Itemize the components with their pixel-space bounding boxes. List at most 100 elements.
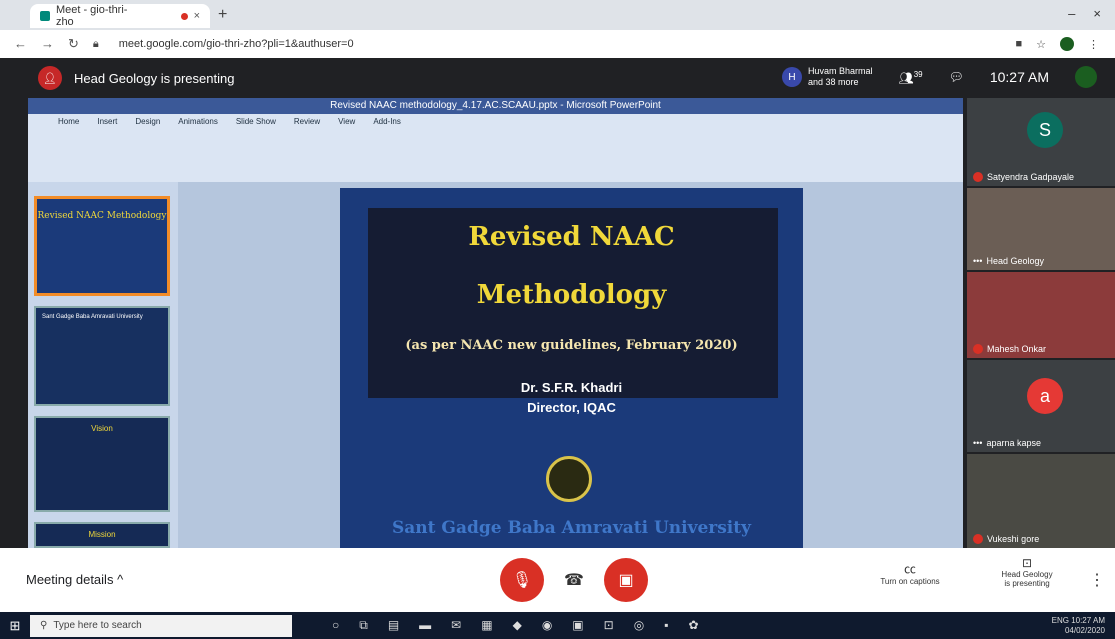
recording-dot-icon (180, 12, 188, 20)
participant-name: Mahesh Onkar (987, 344, 1047, 354)
app-icon[interactable]: ◆ (513, 618, 522, 633)
address-bar-actions: ■ ☆ ⋮ (1015, 37, 1099, 51)
windows-start-icon[interactable]: ⊞ (0, 618, 30, 634)
ribbon-tab[interactable]: Home (58, 117, 79, 126)
present-icon: ⊡ (1021, 556, 1033, 570)
language-indicator[interactable]: ENG (1052, 616, 1069, 625)
slide-title-line1: Revised NAAC (468, 222, 675, 252)
camera-toggle-button[interactable]: ▣ (604, 558, 648, 602)
search-placeholder: Type here to search (53, 620, 142, 631)
back-icon[interactable]: ← (14, 36, 27, 52)
participant-tile[interactable]: Vukeshi gore (967, 454, 1115, 548)
tray-date[interactable]: 04/02/2020 (1052, 626, 1105, 636)
present-label-line1: Head Geology (1001, 570, 1053, 579)
taskbar-search[interactable]: ⚲ Type here to search (30, 614, 292, 637)
system-tray: ENG 10:27 AM 04/02/2020 (1052, 616, 1105, 636)
slide-title-line2: Methodology (476, 280, 667, 310)
powerpoint-titlebar: Revised NAAC methodology_4.17.AC.SCAAU.p… (28, 98, 963, 114)
participants-more: and 38 more (807, 77, 859, 87)
meet-top-right: H Huvam Bharmal and 38 more 👥︎39 💬︎ 10:2… (781, 66, 1097, 88)
present-now-button[interactable]: ⊡ Head Geology is presenting (990, 556, 1064, 588)
profile-avatar[interactable] (1060, 37, 1074, 51)
mic-off-icon (973, 344, 983, 354)
powerpoint-ribbon: Home Insert Design Animations Slide Show… (28, 114, 963, 183)
presenting-label: Head Geology is presenting (74, 70, 235, 86)
tray-time[interactable]: 10:27 AM (1071, 616, 1105, 625)
ribbon-tab[interactable]: Slide Show (236, 117, 276, 126)
participant-avatar: a (1027, 378, 1063, 414)
meeting-details-label: Meeting details (26, 572, 114, 587)
participant-name: Head Geology (986, 256, 1044, 266)
cortana-icon[interactable]: ○ (332, 618, 339, 633)
present-label-line2: is presenting (1004, 579, 1050, 588)
slide-thumbnail[interactable]: Revised NAAC Methodology (34, 196, 170, 296)
meeting-details-button[interactable]: Meeting details ^ (26, 572, 123, 587)
presenter-avatar-icon: 👤︎ (38, 66, 62, 90)
participant-name: Satyendra Gadpayale (987, 172, 1075, 182)
search-icon: ⚲ (40, 620, 48, 631)
bookmark-star-icon[interactable]: ☆ (1036, 38, 1046, 51)
participant-name: aparna kapse (986, 438, 1041, 448)
people-button[interactable]: 👥︎39 (898, 70, 922, 85)
browser-tab-meet[interactable]: Meet - gio-thri-zho × (30, 4, 210, 28)
ribbon-tab[interactable]: Design (135, 117, 160, 126)
participant-tile[interactable]: ••• Head Geology (967, 188, 1115, 270)
photos-icon[interactable]: ▦ (481, 618, 492, 633)
ribbon-tab[interactable]: Add-Ins (373, 117, 401, 126)
url-field[interactable]: meet.google.com/gio-thri-zho?pli=1&authu… (119, 38, 354, 50)
participants-text: Huvam Bharmal and 38 more (808, 66, 873, 88)
forward-icon[interactable]: → (41, 36, 54, 52)
participant-tile[interactable]: Mahesh Onkar (967, 272, 1115, 358)
mic-off-icon (973, 172, 983, 182)
hang-up-icon: ☎︎ (564, 572, 584, 589)
thumb-title: Vision (91, 424, 113, 433)
app-icon[interactable]: ✿ (688, 618, 698, 633)
slide-thumbnail[interactable]: Vision (34, 416, 170, 512)
slide-thumbnails-pane: Revised NAAC Methodology Sant Gadge Baba… (28, 182, 178, 548)
ribbon-tab[interactable]: Insert (97, 117, 117, 126)
thumb-title: Sant Gadge Baba Amravati University (42, 314, 143, 320)
reload-icon[interactable]: ↻ (68, 36, 79, 52)
mic-off-icon (973, 534, 983, 544)
window-controls: – × (1068, 6, 1101, 21)
chrome-icon[interactable]: ◉ (542, 618, 552, 633)
more-dots-icon: ••• (973, 256, 983, 266)
chat-icon[interactable]: 💬︎ (949, 70, 964, 84)
participant-tile[interactable]: S Satyendra Gadpayale (967, 98, 1115, 186)
minimize-button[interactable]: – (1068, 6, 1075, 21)
ribbon-tab[interactable]: Review (294, 117, 320, 126)
slide-thumbnail[interactable]: Sant Gadge Baba Amravati University (34, 306, 170, 406)
close-window-button[interactable]: × (1093, 6, 1101, 21)
ribbon-tab[interactable]: Animations (178, 117, 218, 126)
app-icon[interactable]: ◎ (634, 618, 644, 633)
tab-close-icon[interactable]: × (194, 10, 200, 22)
mail-icon[interactable]: ✉ (451, 618, 461, 633)
menu-dots-icon[interactable]: ⋮ (1088, 38, 1099, 51)
people-count: 39 (913, 69, 923, 79)
camera-off-icon: ▣ (618, 572, 634, 589)
presenting-bar: 👤︎ Head Geology is presenting H Huvam Bh… (0, 58, 1115, 98)
store-icon[interactable]: ▤ (388, 618, 399, 633)
slide-thumbnail[interactable]: Mission (34, 522, 170, 548)
ribbon-tab[interactable]: View (338, 117, 355, 126)
self-avatar[interactable] (1075, 66, 1097, 88)
captions-label: Turn on captions (880, 577, 940, 586)
leave-call-button[interactable]: ☎︎ (552, 558, 596, 602)
powerpoint-icon[interactable]: ▪ (664, 618, 668, 633)
camera-icon[interactable]: ■ (1015, 38, 1022, 50)
windows-taskbar: ⊞ ⚲ Type here to search ○ ⧉ ▤ ▬ ✉ ▦ ◆ ◉ … (0, 612, 1115, 639)
shared-screen: Revised NAAC methodology_4.17.AC.SCAAU.p… (28, 98, 963, 548)
mic-off-icon: 🎙︎ (511, 572, 533, 589)
mic-toggle-button[interactable]: 🎙︎ (500, 558, 544, 602)
app-icon[interactable]: ⊡ (604, 618, 614, 633)
app-icon[interactable]: ▣ (572, 618, 583, 633)
current-slide: Revised NAAC Methodology (as per NAAC ne… (340, 188, 803, 548)
new-tab-button[interactable]: + (218, 6, 227, 24)
more-options-icon[interactable]: ⋮ (1089, 570, 1105, 590)
captions-button[interactable]: ㏄ Turn on captions (870, 560, 950, 586)
file-explorer-icon[interactable]: ▬ (419, 618, 431, 633)
slide-editing-area: Revised NAAC Methodology (as per NAAC ne… (178, 182, 963, 548)
thumb-title: Mission (88, 530, 116, 539)
participant-tile[interactable]: a ••• aparna kapse (967, 360, 1115, 452)
task-view-icon[interactable]: ⧉ (359, 618, 368, 633)
